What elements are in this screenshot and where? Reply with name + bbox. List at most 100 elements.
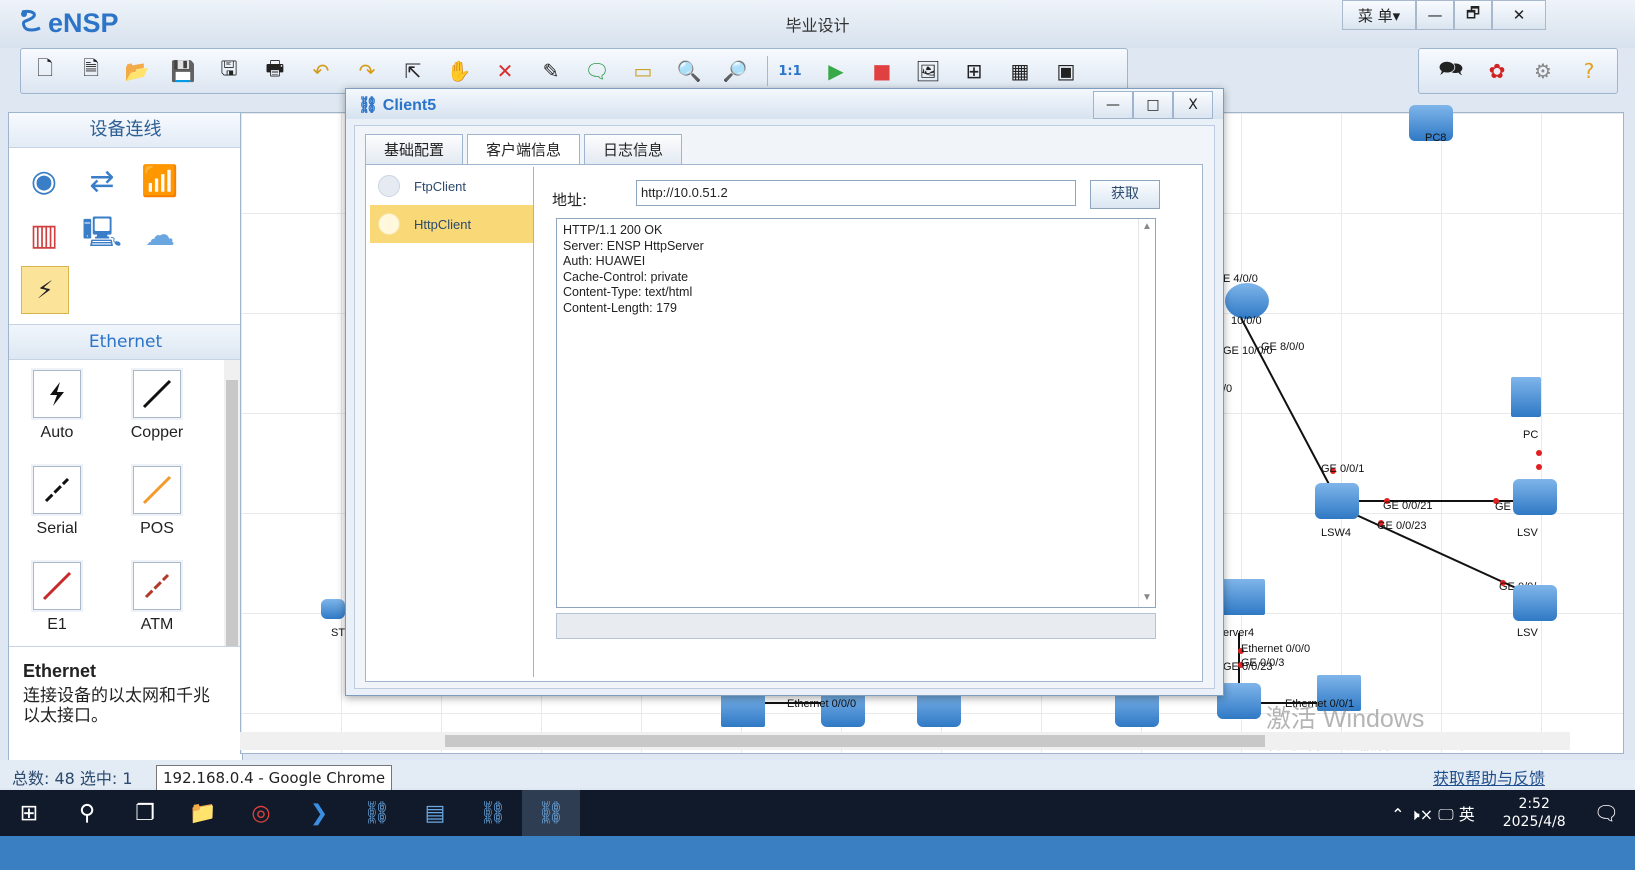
fit-size-icon[interactable]: 1:1: [772, 54, 808, 88]
cable-auto[interactable]: Auto: [17, 370, 97, 442]
print-icon[interactable]: 🖶: [257, 54, 293, 88]
help-icon[interactable]: ?: [1571, 54, 1607, 88]
zoom-in-icon[interactable]: 🔍: [671, 54, 707, 88]
cable-pos[interactable]: POS: [117, 466, 197, 538]
cable-e1[interactable]: E1: [17, 562, 97, 634]
lsw-node-right[interactable]: [1513, 479, 1557, 515]
zoom-out-icon[interactable]: 🔎: [717, 54, 753, 88]
new-example-icon[interactable]: 🗎: [73, 54, 109, 88]
search-icon[interactable]: ⚲: [58, 790, 116, 836]
gear-icon[interactable]: ⚙: [1525, 54, 1561, 88]
switch-node-bottom-2[interactable]: [917, 691, 961, 727]
response-line: Content-Type: text/html: [563, 285, 693, 299]
ensp-window: eNSP 毕业设计 菜 单▾ — 🗗 ✕ 🗋 🗎 📂 💾 🖫 🖶 ↶ ↷ ⇱ ✋…: [0, 0, 1635, 825]
canvas-hscroll-thumb[interactable]: [445, 735, 1265, 747]
cable-copper[interactable]: Copper: [117, 370, 197, 442]
close-button[interactable]: ✕: [1492, 0, 1546, 30]
menu-button[interactable]: 菜 单▾: [1342, 0, 1416, 30]
ensp-taskbar-icon[interactable]: ⛓: [348, 790, 406, 836]
response-textarea[interactable]: HTTP/1.1 200 OK Server: ENSP HttpServer …: [556, 218, 1156, 608]
undo-icon[interactable]: ↶: [303, 54, 339, 88]
server4-node[interactable]: [1221, 579, 1265, 615]
ensp-taskbar-icon-2[interactable]: ⛓: [464, 790, 522, 836]
switch-node-bottom-3[interactable]: [1115, 691, 1159, 727]
text-note-icon[interactable]: 🗨: [579, 54, 615, 88]
stop-device-icon[interactable]: ■: [864, 54, 900, 88]
lsw4-node[interactable]: [1315, 483, 1359, 519]
client-status-icon: [378, 175, 400, 197]
save-as-icon[interactable]: 🖫: [211, 54, 247, 88]
switch-icon[interactable]: ⇄: [79, 158, 125, 204]
notification-icon[interactable]: 🗨: [1594, 801, 1619, 825]
router-node[interactable]: [1225, 283, 1269, 319]
dialog-restore-button[interactable]: □: [1133, 91, 1173, 119]
response-line: Content-Length: 179: [563, 300, 677, 315]
link-label: GE 0/0/23: [1223, 661, 1273, 673]
canvas-hscrollbar[interactable]: [240, 732, 1570, 750]
cable-atm[interactable]: ATM: [117, 562, 197, 634]
chat-icon[interactable]: 🗪: [1433, 54, 1469, 88]
cloud-icon[interactable]: ☁: [137, 212, 183, 258]
minimize-button[interactable]: —: [1416, 0, 1454, 30]
huawei-icon[interactable]: ✿: [1479, 54, 1515, 88]
lsw-node-lower[interactable]: [1513, 585, 1557, 621]
cable-list-scroll-thumb[interactable]: [226, 380, 238, 650]
wireless-icon[interactable]: 📶: [137, 158, 183, 204]
powershell-icon[interactable]: ❯: [290, 790, 348, 836]
response-line: HTTP/1.1 200 OK: [563, 223, 663, 237]
cable-serial[interactable]: Serial: [17, 466, 97, 538]
restore-button[interactable]: 🗗: [1454, 0, 1492, 30]
topology-icon[interactable]: ⊞: [956, 54, 992, 88]
dialog-minimize-button[interactable]: —: [1093, 91, 1133, 119]
router-icon[interactable]: ◉: [21, 158, 67, 204]
clock[interactable]: 2:52 2025/4/8: [1503, 795, 1566, 831]
address-input[interactable]: http://10.0.51.2: [636, 180, 1076, 206]
scroll-down-icon[interactable]: ▼: [1139, 590, 1155, 606]
chrome-tooltip: 192.168.0.4 - Google Chrome: [156, 765, 393, 791]
server-node-bottom[interactable]: [721, 691, 765, 727]
delete-link-icon[interactable]: ✎: [533, 54, 569, 88]
terminal-icon[interactable]: ▣: [1048, 54, 1084, 88]
client-item-http[interactable]: HttpClient: [370, 205, 533, 243]
chrome-icon[interactable]: ◎: [232, 790, 290, 836]
capture-icon[interactable]: 🖼: [910, 54, 946, 88]
windows-start-icon[interactable]: ⊞: [0, 790, 58, 836]
cable-description-title: Ethernet: [23, 661, 97, 681]
pan-hand-icon[interactable]: ✋: [441, 54, 477, 88]
st-node[interactable]: [321, 599, 345, 619]
serial-cable-icon: [33, 466, 81, 514]
tray-icons[interactable]: ⌃ 🕨× 🖵 英: [1391, 801, 1475, 825]
help-feedback-link[interactable]: 获取帮助与反馈: [1433, 765, 1545, 789]
response-scrollbar[interactable]: ▲ ▼: [1138, 219, 1155, 607]
select-pointer-icon[interactable]: ⇱: [395, 54, 431, 88]
pc-node-right[interactable]: [1511, 377, 1541, 417]
fetch-button[interactable]: 获取: [1090, 180, 1160, 209]
start-device-icon[interactable]: ▶: [818, 54, 854, 88]
right-toolbar: 🗪 ✿ ⚙ ?: [1418, 48, 1618, 94]
save-icon[interactable]: 💾: [165, 54, 201, 88]
scroll-up-icon[interactable]: ▲: [1139, 219, 1155, 235]
response-line: Cache-Control: private: [563, 269, 689, 284]
task-view-icon[interactable]: ❐: [116, 790, 174, 836]
file-explorer-icon[interactable]: 📁: [174, 790, 232, 836]
client-item-ftp[interactable]: FtpClient: [370, 167, 533, 205]
delete-icon[interactable]: ✕: [487, 54, 523, 88]
grid-icon[interactable]: ▦: [1002, 54, 1038, 88]
cable-category-header: Ethernet: [9, 324, 242, 360]
tab-log-info[interactable]: 日志信息: [584, 134, 683, 165]
dialog-close-button[interactable]: X: [1173, 91, 1213, 119]
windows-taskbar: ⊞ ⚲ ❐ 📁 ◎ ❯ ⛓ ▤ ⛓ ⛓ ⌃ 🕨× 🖵 英 2:52 2025/4…: [0, 790, 1635, 836]
redo-icon[interactable]: ↷: [349, 54, 385, 88]
tab-basic-config[interactable]: 基础配置: [365, 134, 464, 165]
rectangle-icon[interactable]: ▭: [625, 54, 661, 88]
ensp-taskbar-icon-active[interactable]: ⛓: [522, 790, 580, 836]
dialog-title: ⛓ Client5: [358, 95, 436, 115]
new-topology-icon[interactable]: 🗋: [27, 54, 63, 88]
firewall-icon[interactable]: ▥: [21, 212, 67, 258]
open-icon[interactable]: 📂: [119, 54, 155, 88]
tab-client-info[interactable]: 客户端信息: [467, 134, 581, 165]
control-panel-icon[interactable]: ▤: [406, 790, 464, 836]
cable-icon[interactable]: ⚡: [21, 266, 69, 314]
pc-icon[interactable]: 🖳: [79, 212, 125, 258]
client-item-label: HttpClient: [414, 216, 472, 232]
